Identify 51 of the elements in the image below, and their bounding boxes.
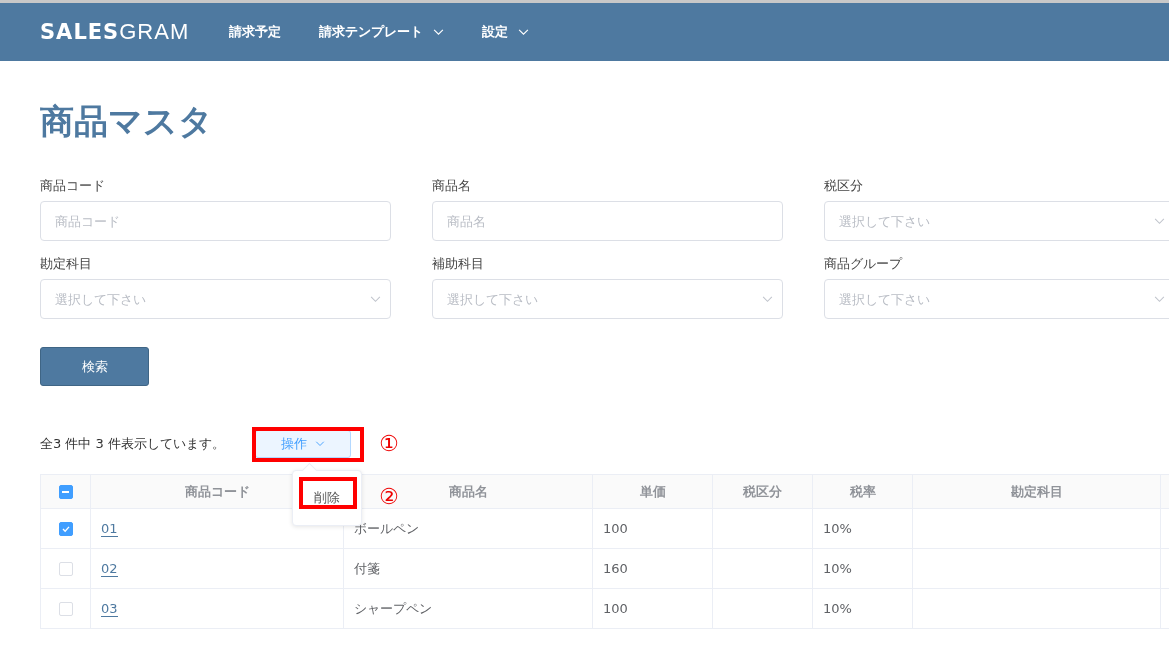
- table-cell: 160: [603, 561, 628, 576]
- text-field[interactable]: 商品名: [432, 201, 783, 241]
- row-checkbox[interactable]: [58, 522, 73, 537]
- column-header: 勘定科目: [1010, 483, 1063, 499]
- logo[interactable]: SALESGRAM: [40, 19, 190, 45]
- table-cell: 100: [603, 601, 628, 616]
- nav-link[interactable]: 請求予定: [229, 23, 282, 41]
- page-title: 商品マスタ: [40, 100, 214, 143]
- chevron-down-icon: [1154, 218, 1165, 225]
- table-cell: 100: [603, 521, 628, 536]
- nav-link[interactable]: 請求テンプレート: [319, 23, 445, 41]
- column-header: 税率: [849, 483, 876, 499]
- field-label: 商品コード: [40, 177, 106, 195]
- chevron-down-icon: [433, 28, 445, 36]
- field-label: 補助科目: [432, 255, 485, 273]
- column-header: 商品コード: [184, 483, 250, 499]
- table-cell: 10%: [823, 561, 852, 576]
- select-all-checkbox[interactable]: [58, 485, 73, 500]
- table-cell: シャープペン: [354, 600, 432, 616]
- chevron-down-icon: [370, 296, 381, 303]
- field-label: 勘定科目: [40, 255, 93, 273]
- column-header: 商品名: [448, 483, 488, 499]
- actions-dropdown-button[interactable]: 操作: [254, 430, 351, 458]
- search-button[interactable]: 検索: [40, 347, 149, 386]
- menu-item[interactable]: 削除: [303, 483, 350, 513]
- highlight-frame: [298, 477, 357, 509]
- table-cell: 10%: [823, 521, 852, 536]
- column-header: 単価: [639, 483, 666, 499]
- product-code-link[interactable]: 02: [101, 561, 118, 577]
- nav-link[interactable]: 設定: [482, 23, 530, 41]
- chevron-down-icon: [314, 441, 325, 447]
- column-header: 税区分: [743, 483, 782, 499]
- callout-number: ①: [378, 432, 399, 456]
- field-label: 商品名: [432, 177, 472, 195]
- select-field[interactable]: 選択して下さい: [432, 279, 783, 319]
- table-cell: 付箋: [354, 560, 380, 576]
- field-label: 税区分: [824, 177, 864, 195]
- product-code-link[interactable]: 03: [101, 601, 118, 617]
- product-code-link[interactable]: 01: [101, 521, 118, 537]
- select-field[interactable]: 選択して下さい: [40, 279, 391, 319]
- chevron-down-icon: [762, 296, 773, 303]
- table-cell: 10%: [823, 601, 852, 616]
- select-field[interactable]: 選択して下さい: [824, 201, 1169, 241]
- callout-number: ②: [378, 485, 399, 509]
- chevron-down-icon: [1154, 296, 1165, 303]
- chevron-down-icon: [518, 28, 530, 36]
- select-field[interactable]: 選択して下さい: [824, 279, 1169, 319]
- table-cell: ボールペン: [354, 520, 419, 536]
- minus-icon: [62, 491, 69, 494]
- result-count: 全3 件中 3 件表示しています。: [40, 435, 225, 453]
- field-label: 商品グループ: [824, 255, 904, 273]
